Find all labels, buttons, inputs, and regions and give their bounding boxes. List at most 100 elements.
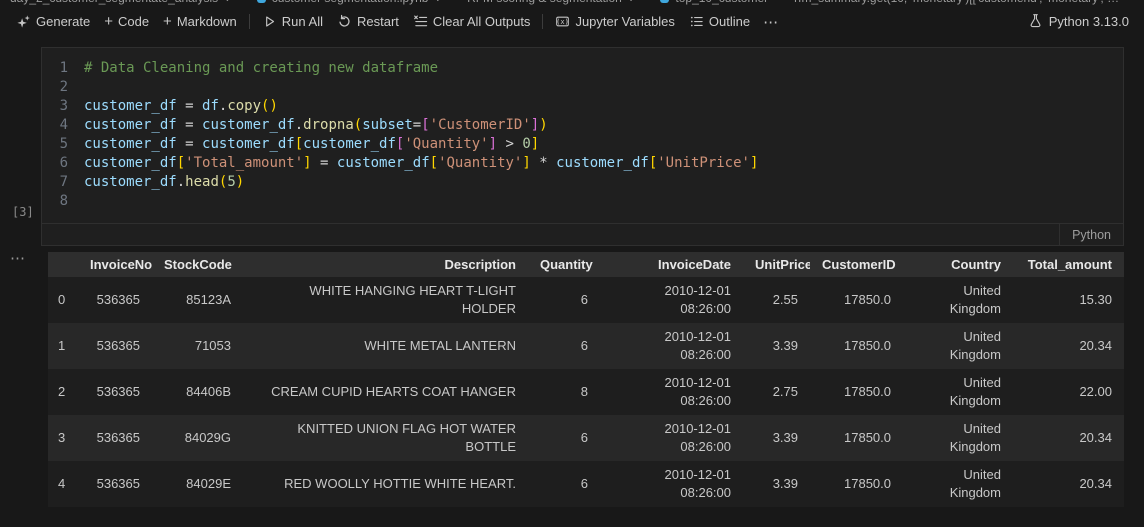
- notebook-file-icon: [660, 0, 670, 3]
- toolbar-divider: [542, 14, 544, 29]
- run-all-button[interactable]: Run All: [255, 11, 330, 33]
- table-cell: 3.39: [772, 338, 798, 353]
- table-cell: United Kingdom: [949, 421, 1001, 454]
- table-cell: 3.39: [772, 430, 798, 445]
- cell-status-bar: Python: [42, 223, 1123, 245]
- kernel-picker[interactable]: Python 3.13.0: [1028, 13, 1135, 31]
- breadcrumb-item[interactable]: day_2_customer_segmentate_analysis ∨: [10, 0, 231, 5]
- column-header: Quantity: [528, 252, 600, 277]
- table-cell: CREAM CUPID HEARTS COAT HANGER: [271, 384, 516, 399]
- line-number: 2: [59, 79, 68, 95]
- row-index: 4: [58, 476, 66, 491]
- generate-button[interactable]: Generate: [9, 11, 97, 33]
- code-line[interactable]: 7 customer_df.head(5): [42, 173, 1123, 192]
- table-cell: 17850.0: [844, 384, 891, 399]
- breadcrumb-item[interactable]: rfm_summary.get(10, 'monetary')[['custom…: [794, 0, 1119, 5]
- table-cell: 84406B: [186, 384, 231, 399]
- chevron-down-icon: ∨: [224, 0, 231, 4]
- notebook-file-icon: [256, 0, 266, 3]
- cell-language-picker[interactable]: Python: [1059, 224, 1123, 245]
- more-actions-button[interactable]: ⋯: [757, 13, 785, 31]
- editor-tab-strip: day_2_customer_segmentate_analysis ∨ custo…: [0, 0, 1144, 9]
- breadcrumb-label: customer segmentation.ipynb: [272, 0, 429, 5]
- kernel-label: Python 3.13.0: [1048, 14, 1129, 29]
- list-with-x-icon: [413, 14, 428, 29]
- table-cell: United Kingdom: [949, 467, 1001, 500]
- jupyter-variables-button[interactable]: (x) Jupyter Variables: [548, 11, 681, 33]
- table-cell: 2010-12-01 08:26:00: [664, 283, 732, 316]
- table-cell: 536365: [96, 430, 140, 445]
- row-index: 2: [58, 384, 66, 399]
- table-row: 1 536365 71053 WHITE METAL LANTERN 6 2010-12-…: [48, 323, 1124, 369]
- restart-button[interactable]: Restart: [330, 11, 406, 33]
- line-number: 7: [59, 174, 68, 190]
- table-row: 2 536365 84406B CREAM CUPID HEARTS COAT HAN…: [48, 369, 1124, 415]
- code-text: customer_df = customer_df[customer_df['Q…: [84, 136, 540, 152]
- code-line[interactable]: 6 customer_df['Total_amount'] = customer_…: [42, 154, 1123, 173]
- code-editor[interactable]: 1 # Data Cleaning and creating new datafr…: [42, 48, 1123, 223]
- table-cell: 2010-12-01 08:26:00: [664, 375, 732, 408]
- table-cell: 3.39: [772, 476, 798, 491]
- add-code-label: Code: [117, 14, 150, 29]
- output-collapse-button[interactable]: ⋯: [10, 249, 26, 267]
- code-line[interactable]: 8: [42, 192, 1123, 211]
- table-cell: 8: [580, 384, 588, 399]
- table-cell: 536365: [96, 292, 140, 307]
- line-number: 3: [59, 98, 68, 114]
- code-line[interactable]: 3 customer_df = df.copy(): [42, 97, 1123, 116]
- table-header-row: InvoiceNo StockCode Description Quantity Inv…: [48, 252, 1124, 277]
- code-text: # Data Cleaning and creating new datafra…: [84, 60, 439, 76]
- line-number: 5: [59, 136, 68, 152]
- add-markdown-button[interactable]: + Markdown: [156, 11, 244, 33]
- breadcrumb-item[interactable]: top_10_customer: [660, 0, 768, 5]
- code-text: customer_df = df.copy(): [84, 98, 278, 114]
- column-header: Country: [903, 252, 1013, 277]
- row-index: 0: [58, 292, 66, 307]
- code-cell: [3] 1 # Data Cleaning and creating new da…: [12, 47, 1124, 246]
- code-line[interactable]: 4 customer_df = customer_df.dropna(subset…: [42, 116, 1123, 135]
- table-cell: 536365: [96, 384, 140, 399]
- table-cell: 536365: [96, 476, 140, 491]
- table-cell: 17850.0: [844, 292, 891, 307]
- table-row: 4 536365 84029E RED WOOLLY HOTTIE WHITE HEA…: [48, 461, 1124, 507]
- code-text: customer_df = customer_df.dropna(subset=…: [84, 117, 548, 133]
- list-with-dots-icon: [689, 14, 704, 29]
- table-cell: 20.34: [1079, 338, 1112, 353]
- table-cell: 71053: [194, 338, 231, 353]
- code-line[interactable]: 1 # Data Cleaning and creating new datafr…: [42, 59, 1123, 78]
- table-cell: 2010-12-01 08:26:00: [664, 467, 732, 500]
- table-cell: RED WOOLLY HOTTIE WHITE HEART.: [284, 476, 516, 491]
- breadcrumb-label: RFM scoring & segmentation: [467, 0, 622, 5]
- add-code-button[interactable]: + Code: [97, 11, 156, 33]
- column-header: UnitPrice: [743, 252, 810, 277]
- table-cell: 17850.0: [844, 476, 891, 491]
- table-cell: 2.55: [772, 292, 798, 307]
- outline-button[interactable]: Outline: [682, 11, 757, 33]
- play-outline-icon: [262, 14, 277, 29]
- column-header: CustomerID: [810, 252, 903, 277]
- chevron-down-icon: ∨: [628, 0, 635, 4]
- table-cell: WHITE HANGING HEART T-LIGHT HOLDER: [309, 283, 516, 316]
- restart-label: Restart: [356, 14, 399, 29]
- table-cell: 17850.0: [844, 430, 891, 445]
- table-cell: United Kingdom: [949, 375, 1001, 408]
- clear-all-outputs-button[interactable]: Clear All Outputs: [406, 11, 538, 33]
- column-header: InvoiceNo: [78, 252, 152, 277]
- column-header: InvoiceDate: [600, 252, 743, 277]
- table-cell: 6: [580, 338, 588, 353]
- column-header: Description: [243, 252, 528, 277]
- row-index: 1: [58, 338, 66, 353]
- table-cell: 85123A: [186, 292, 231, 307]
- clear-all-outputs-label: Clear All Outputs: [432, 14, 531, 29]
- code-text: customer_df.head(5): [84, 174, 245, 190]
- table-cell: 20.34: [1079, 476, 1112, 491]
- code-line[interactable]: 2: [42, 78, 1123, 97]
- breadcrumb-item[interactable]: RFM scoring & segmentation ∨: [467, 0, 634, 5]
- breadcrumb-label: day_2_customer_segmentate_analysis: [10, 0, 218, 5]
- run-all-label: Run All: [281, 14, 323, 29]
- svg-text:(x): (x): [557, 17, 570, 26]
- code-line[interactable]: 5 customer_df = customer_df[customer_df['…: [42, 135, 1123, 154]
- execution-count: [3]: [12, 205, 34, 219]
- table-cell: KNITTED UNION FLAG HOT WATER BOTTLE: [297, 421, 516, 454]
- breadcrumb-item[interactable]: customer segmentation.ipynb ∨: [256, 0, 441, 5]
